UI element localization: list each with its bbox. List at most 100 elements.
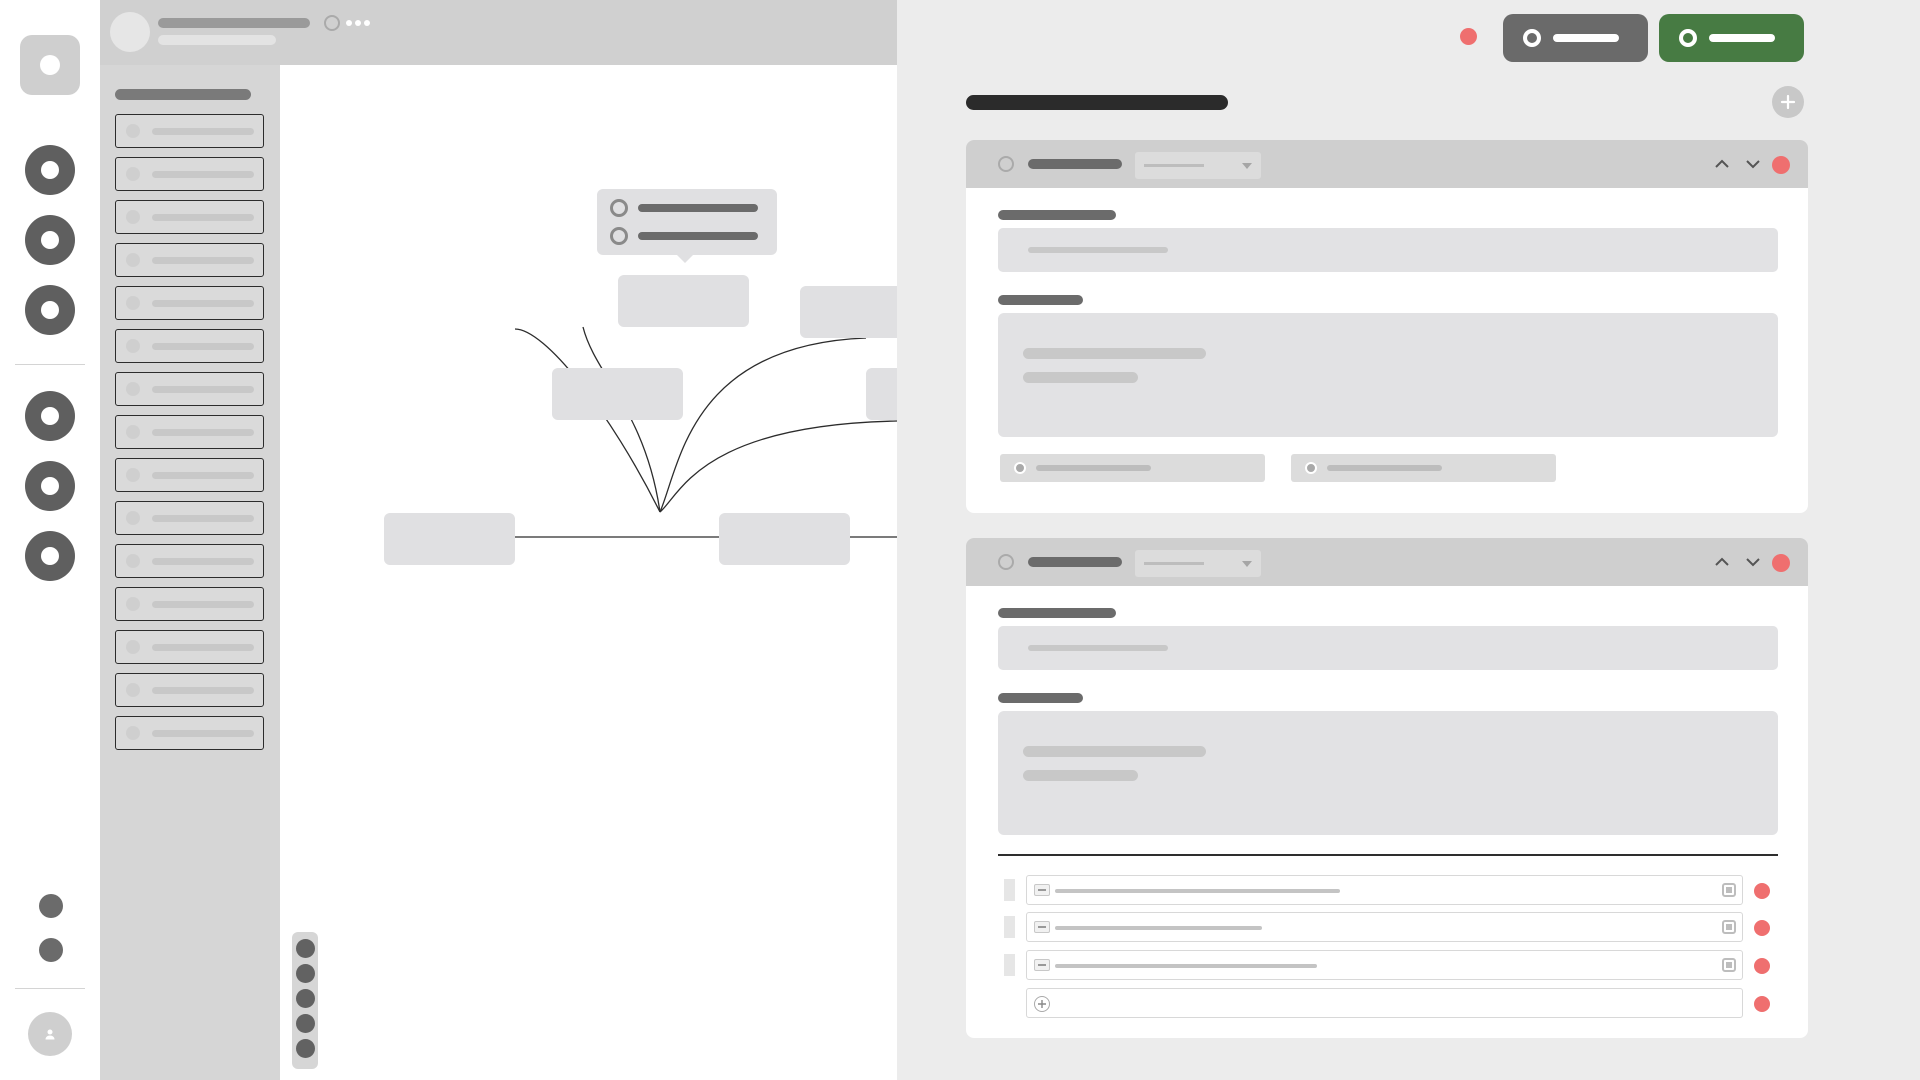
card-type-select[interactable]: [1135, 152, 1261, 179]
checkbox-icon[interactable]: [1722, 920, 1736, 934]
node-list-item[interactable]: [115, 587, 264, 621]
project-avatar[interactable]: [110, 12, 150, 52]
checkbox-icon[interactable]: [1722, 958, 1736, 972]
text-line-placeholder: [1023, 746, 1206, 757]
flow-node[interactable]: [552, 368, 683, 420]
nav-icon[interactable]: [25, 285, 75, 335]
select-value-placeholder: [1144, 164, 1204, 167]
node-list-item[interactable]: [115, 243, 264, 277]
radio-icon: [610, 227, 628, 245]
node-type-icon: [126, 425, 140, 439]
nav-icon[interactable]: [25, 461, 75, 511]
card-type-select[interactable]: [1135, 550, 1261, 577]
drag-handle-icon[interactable]: [1004, 916, 1015, 938]
card-toggle-icon[interactable]: [998, 554, 1014, 570]
node-list-item[interactable]: [115, 286, 264, 320]
menu-item[interactable]: [610, 199, 758, 217]
plus-circle-icon[interactable]: [1034, 996, 1050, 1012]
option-chip[interactable]: [1000, 454, 1265, 482]
text-field[interactable]: [998, 228, 1778, 272]
chevron-down-icon[interactable]: [1742, 551, 1764, 573]
node-list-item[interactable]: [115, 200, 264, 234]
nav-icon[interactable]: [25, 391, 75, 441]
list-row[interactable]: [1026, 950, 1743, 980]
card-toggle-icon[interactable]: [998, 156, 1014, 172]
node-list-item-label-placeholder: [152, 687, 254, 694]
node-list-item-label-placeholder: [152, 343, 254, 350]
nav-icon[interactable]: [25, 145, 75, 195]
node-type-icon: [126, 382, 140, 396]
nav-icon[interactable]: [25, 531, 75, 581]
node-type-icon: [126, 597, 140, 611]
zoom-control-icon[interactable]: [296, 1039, 315, 1058]
chevron-up-icon[interactable]: [1711, 153, 1733, 175]
menu-item[interactable]: [610, 227, 758, 245]
flow-node[interactable]: [719, 513, 850, 565]
list-row[interactable]: [1026, 875, 1743, 905]
node-list-item[interactable]: [115, 544, 264, 578]
user-avatar[interactable]: [28, 1012, 72, 1056]
text-field[interactable]: [998, 626, 1778, 670]
node-list-item[interactable]: [115, 415, 264, 449]
connector-edge: [514, 328, 661, 513]
node-list-item-label-placeholder: [152, 257, 254, 264]
delete-dot-icon[interactable]: [1772, 554, 1790, 572]
rail-divider: [15, 988, 85, 989]
zoom-control-icon[interactable]: [296, 1014, 315, 1033]
more-dots-icon[interactable]: [346, 17, 370, 29]
drag-handle-icon[interactable]: [1004, 879, 1015, 901]
node-list-item-label-placeholder: [152, 386, 254, 393]
option-chip[interactable]: [1291, 454, 1556, 482]
text-area[interactable]: [998, 313, 1778, 437]
flow-node[interactable]: [618, 275, 749, 327]
menu-item-label-placeholder: [638, 232, 758, 240]
primary-action-button[interactable]: [1659, 14, 1804, 62]
flow-node[interactable]: [866, 368, 897, 420]
node-list-item[interactable]: [115, 673, 264, 707]
chevron-up-icon[interactable]: [1711, 551, 1733, 573]
connector-edge: [659, 420, 897, 513]
logo-icon[interactable]: [20, 35, 80, 95]
tag-icon: [1034, 959, 1050, 971]
node-list-item-label-placeholder: [152, 214, 254, 221]
secondary-action-button[interactable]: [1503, 14, 1648, 62]
menu-item-label-placeholder: [638, 204, 758, 212]
node-list-item[interactable]: [115, 458, 264, 492]
text-line-placeholder: [1023, 770, 1138, 781]
zoom-control-icon[interactable]: [296, 964, 315, 983]
delete-dot-icon[interactable]: [1754, 958, 1770, 974]
node-list-item[interactable]: [115, 501, 264, 535]
list-row[interactable]: [1026, 912, 1743, 942]
flow-canvas[interactable]: [280, 65, 897, 1080]
chevron-down-icon[interactable]: [1742, 153, 1764, 175]
node-list-item[interactable]: [115, 372, 264, 406]
node-list-item[interactable]: [115, 329, 264, 363]
chip-label-placeholder: [1327, 465, 1442, 471]
plus-circle-icon[interactable]: [1772, 86, 1804, 118]
node-list-item[interactable]: [115, 157, 264, 191]
add-row[interactable]: [1026, 988, 1743, 1018]
node-type-icon: [126, 683, 140, 697]
node-list-item[interactable]: [115, 716, 264, 750]
section-divider: [998, 854, 1778, 856]
checkbox-icon[interactable]: [1722, 883, 1736, 897]
flow-node[interactable]: [384, 513, 515, 565]
settings-icon[interactable]: [39, 894, 63, 918]
node-list-item[interactable]: [115, 114, 264, 148]
delete-dot-icon[interactable]: [1754, 883, 1770, 899]
status-icon[interactable]: [324, 15, 340, 31]
project-title-placeholder: [158, 18, 310, 28]
project-subtitle-placeholder: [158, 35, 276, 45]
help-icon[interactable]: [39, 938, 63, 962]
zoom-control-icon[interactable]: [296, 989, 315, 1008]
delete-dot-icon[interactable]: [1754, 920, 1770, 936]
delete-dot-icon[interactable]: [1772, 156, 1790, 174]
nav-icon[interactable]: [25, 215, 75, 265]
node-list-item[interactable]: [115, 630, 264, 664]
drag-handle-icon[interactable]: [1004, 954, 1015, 976]
text-area[interactable]: [998, 711, 1778, 835]
zoom-control-icon[interactable]: [296, 939, 315, 958]
flow-node[interactable]: [800, 286, 897, 338]
delete-dot-icon[interactable]: [1754, 996, 1770, 1012]
node-list-item-label-placeholder: [152, 128, 254, 135]
